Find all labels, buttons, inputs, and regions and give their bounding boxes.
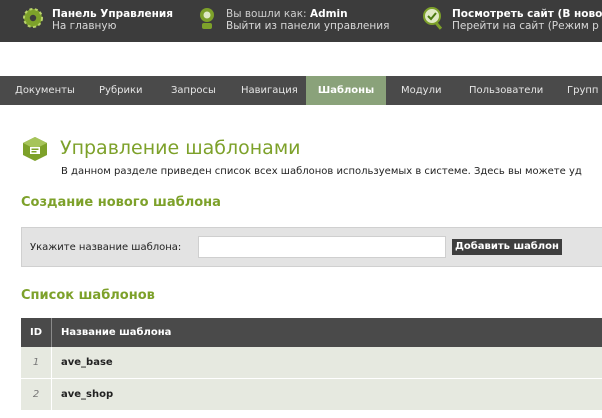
create-section-title: Создание нового шаблона [21, 195, 221, 210]
row-id: 2 [21, 379, 52, 410]
main-nav: Документы Рубрики Запросы Навигация Шабл… [0, 76, 602, 105]
add-template-button[interactable]: Добавить шаблон [452, 239, 562, 255]
table-row[interactable]: 2 ave_shop [21, 379, 602, 411]
nav-item-templates[interactable]: Шаблоны [306, 76, 386, 105]
home-link[interactable]: На главную [52, 20, 173, 32]
top-bar: Панель Управления На главную Вы вошли ка… [0, 0, 602, 42]
template-name-link[interactable]: ave_base [61, 347, 113, 378]
template-name-input[interactable] [198, 236, 446, 258]
nav-item-navigation[interactable]: Навигация [241, 76, 298, 105]
panel-title[interactable]: Панель Управления [52, 8, 173, 20]
nav-item-groups[interactable]: Групп [567, 76, 598, 105]
nav-item-users[interactable]: Пользователи [469, 76, 543, 105]
templates-icon [23, 137, 47, 161]
create-template-form: Укажите название шаблона: Добавить шабло… [21, 227, 602, 267]
search-icon [423, 7, 443, 30]
logout-link[interactable]: Выйти из панели управления [226, 20, 389, 32]
username: Admin [309, 8, 348, 20]
user-icon [200, 8, 214, 29]
go-to-site-link[interactable]: Перейти на сайт (Режим р [452, 20, 602, 32]
template-name-label: Укажите название шаблона: [30, 242, 182, 253]
column-header-id[interactable]: ID [21, 318, 52, 347]
page-title: Управление шаблонами [60, 137, 301, 159]
gear-icon [23, 8, 43, 28]
row-id: 1 [21, 347, 52, 378]
templates-table: ID Название шаблона 1 ave_base 2 ave_sho… [21, 318, 602, 411]
nav-item-queries[interactable]: Запросы [171, 76, 216, 105]
view-site-title[interactable]: Посмотреть сайт (В новом [452, 8, 602, 20]
nav-item-modules[interactable]: Модули [401, 76, 441, 105]
logged-in-label: Вы вошли как: [226, 8, 307, 20]
list-section-title: Список шаблонов [21, 288, 155, 303]
nav-item-documents[interactable]: Документы [15, 76, 75, 105]
table-header: ID Название шаблона [21, 318, 602, 347]
nav-item-rubrics[interactable]: Рубрики [99, 76, 143, 105]
template-name-link[interactable]: ave_shop [61, 379, 113, 410]
column-header-name[interactable]: Название шаблона [61, 318, 171, 347]
table-row[interactable]: 1 ave_base [21, 347, 602, 379]
page-description: В данном разделе приведен список всех ша… [61, 166, 582, 177]
